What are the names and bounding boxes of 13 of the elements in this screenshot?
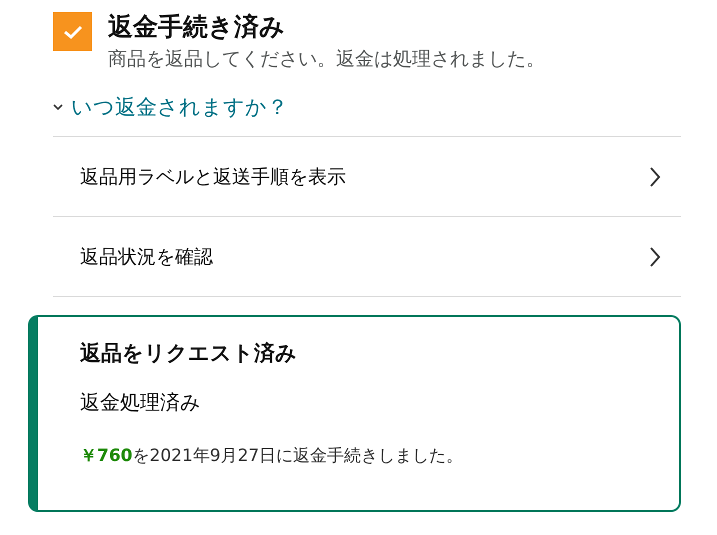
card-title: 返品をリクエスト済み (80, 340, 298, 367)
action-row[interactable]: 返品状況を確認 (53, 217, 681, 297)
action-label: 返品用ラベルと返送手順を表示 (80, 164, 346, 190)
faq-link[interactable]: いつ返金されますか？ (71, 93, 288, 121)
status-title: 返金手続き済み (108, 11, 286, 43)
chevron-right-icon (649, 166, 661, 188)
status-message: 商品を返品してください。返金は処理されました。 (108, 47, 545, 72)
refund-status: 返金処理済み (80, 389, 201, 416)
chevron-right-icon (649, 246, 661, 268)
action-row[interactable]: 返品用ラベルと返送手順を表示 (53, 137, 681, 217)
action-label: 返品状況を確認 (80, 244, 213, 270)
check-icon (62, 24, 82, 40)
refund-detail: ￥760を2021年9月27日に返金手続きしました。 (80, 445, 464, 467)
